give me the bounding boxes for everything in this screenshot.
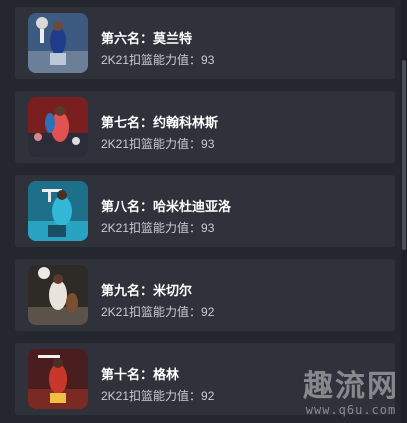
player-thumbnail — [28, 265, 88, 325]
item-title: 第十名：格林 — [101, 367, 180, 382]
watermark-logo: 趣流网 — [303, 369, 399, 404]
scrollbar-thumb[interactable] — [402, 60, 406, 250]
list-item[interactable]: 第六名：莫兰特 2K21扣篮能力值：93 — [15, 7, 395, 79]
player-thumbnail — [28, 13, 88, 73]
player-thumbnail — [28, 97, 88, 157]
item-title: 第八名：哈米杜迪亚洛 — [101, 199, 232, 214]
item-stat: 2K21扣篮能力值：93 — [101, 221, 215, 235]
player-thumbnail — [28, 181, 88, 241]
item-title: 第六名：莫兰特 — [101, 31, 193, 46]
item-title: 第九名：米切尔 — [101, 283, 193, 298]
list-item[interactable]: 第八名：哈米杜迪亚洛 2K21扣篮能力值：93 — [15, 175, 395, 247]
site-watermark: 趣流网 www.q6u.com — [303, 369, 399, 418]
watermark-url: www.q6u.com — [305, 403, 397, 417]
item-title: 第七名：约翰科林斯 — [101, 115, 219, 130]
list-item[interactable]: 第七名：约翰科林斯 2K21扣篮能力值：93 — [15, 91, 395, 163]
item-stat: 2K21扣篮能力值：92 — [101, 389, 215, 403]
item-stat: 2K21扣篮能力值：92 — [101, 305, 215, 319]
player-thumbnail — [28, 349, 88, 409]
item-stat: 2K21扣篮能力值：93 — [101, 53, 215, 67]
item-stat: 2K21扣篮能力值：93 — [101, 137, 215, 151]
list-item[interactable]: 第九名：米切尔 2K21扣篮能力值：92 — [15, 259, 395, 331]
scrollbar[interactable] — [401, 0, 407, 423]
